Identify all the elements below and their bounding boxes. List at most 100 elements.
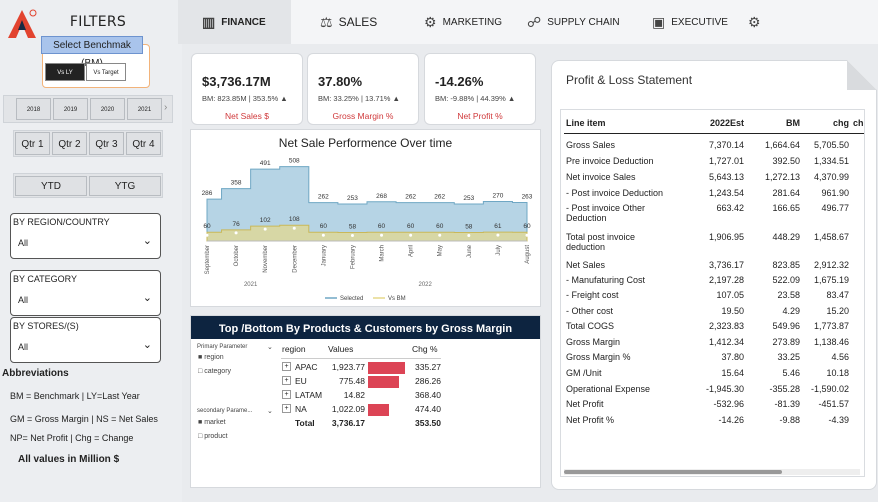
top-bottom-title: Top /Bottom By Products & Customers by G… bbox=[191, 316, 540, 339]
pl-chg: 4.56 bbox=[831, 352, 849, 362]
chevron-down-icon[interactable]: ⌄ bbox=[267, 407, 273, 415]
chart-icon: ▥ bbox=[202, 13, 216, 30]
tab-finance[interactable]: ▥ FINANCE bbox=[178, 0, 291, 44]
secondary-option-product[interactable]: □ product bbox=[198, 433, 228, 440]
pl-chg: 1,458.67 bbox=[813, 232, 849, 242]
data-label: 60 bbox=[407, 223, 415, 230]
header-divider bbox=[281, 358, 441, 359]
data-label: 60 bbox=[320, 223, 328, 230]
category-slicer[interactable]: BY CATEGORY All ⌄ bbox=[10, 270, 161, 316]
pl-row: Operational Expense -1,945.30 -355.28 -1… bbox=[561, 384, 864, 400]
data-point bbox=[263, 227, 267, 231]
expand-icon[interactable]: + bbox=[282, 404, 291, 413]
year-label: 2021 bbox=[244, 282, 258, 288]
quarter-button[interactable]: Qtr 1 bbox=[15, 132, 50, 155]
toggle-vs-target[interactable]: Vs Target bbox=[86, 63, 126, 81]
data-point bbox=[525, 233, 529, 237]
data-label: 263 bbox=[522, 194, 533, 201]
tab-marketing[interactable]: ⚙ MARKETING bbox=[424, 0, 502, 44]
secondary-parameter-label: secondary Parame... bbox=[197, 408, 253, 414]
data-point bbox=[321, 233, 325, 237]
data-label: 358 bbox=[231, 180, 242, 187]
settings-tab[interactable]: ⚙ bbox=[748, 0, 761, 44]
pl-header-cell: ch bbox=[853, 118, 864, 128]
data-point bbox=[380, 233, 384, 237]
kpi-sub: BM: 33.25% | 13.71% ▲ bbox=[318, 94, 400, 103]
pl-chg: 1,138.46 bbox=[813, 337, 849, 347]
data-label: 253 bbox=[463, 195, 474, 202]
chevron-down-icon[interactable]: ⌄ bbox=[143, 338, 152, 351]
tb-row-chg: 286.26 bbox=[415, 376, 441, 386]
expand-icon[interactable]: + bbox=[282, 390, 291, 399]
option-label: category bbox=[204, 368, 232, 375]
horizontal-scrollbar[interactable] bbox=[564, 469, 860, 475]
x-tick-label: June bbox=[467, 244, 473, 258]
chevron-down-icon[interactable]: ⌄ bbox=[143, 291, 152, 304]
legend-label: Vs BM bbox=[388, 296, 406, 302]
x-tick-label: November bbox=[263, 245, 269, 273]
year-button[interactable]: 2019 bbox=[53, 98, 88, 120]
pl-chg: 1,334.51 bbox=[813, 156, 849, 166]
tb-total-label: Total bbox=[295, 418, 315, 428]
tab-executive[interactable]: ▣ EXECUTIVE bbox=[652, 0, 728, 44]
ytg-button[interactable]: YTG bbox=[89, 176, 161, 196]
secondary-option-market[interactable]: ■ market bbox=[198, 419, 226, 426]
year-button[interactable]: 2021 bbox=[127, 98, 162, 120]
pl-row: - Post invoice Other Deduction 663.42 16… bbox=[561, 203, 864, 223]
pl-est: 15.64 bbox=[721, 368, 744, 378]
stores-slicer[interactable]: BY STORES/(S) All ⌄ bbox=[10, 317, 161, 363]
tb-row-value: 1,923.77 bbox=[331, 362, 365, 372]
tab-supply-chain[interactable]: ☍ SUPPLY CHAIN bbox=[527, 0, 620, 44]
pl-chg: 961.90 bbox=[821, 188, 849, 198]
pl-row: Net Profit -532.96 -81.39 -451.57 bbox=[561, 399, 864, 415]
pl-est: -532.96 bbox=[713, 399, 744, 409]
pl-est: 3,736.17 bbox=[708, 260, 744, 270]
kpi-name: Gross Margin % bbox=[332, 111, 394, 121]
expand-icon[interactable]: + bbox=[282, 376, 291, 385]
data-label: 262 bbox=[405, 194, 416, 201]
toggle-vs-ly[interactable]: Vs LY bbox=[45, 63, 85, 81]
slicer-title: BY REGION/COUNTRY bbox=[13, 217, 110, 227]
kpi-card-net-sales: $3,736.17M BM: 823.85M | 353.5% ▲ Net Sa… bbox=[191, 53, 303, 125]
ytd-button[interactable]: YTD bbox=[15, 176, 87, 196]
pl-row: Gross Margin 1,412.34 273.89 1,138.46 bbox=[561, 337, 864, 353]
expand-icon[interactable]: + bbox=[282, 362, 291, 371]
pl-row: Pre invoice Deduction 1,727.01 392.50 1,… bbox=[561, 156, 864, 172]
tab-sales[interactable]: ⚖ SALES bbox=[320, 0, 377, 44]
quarter-button[interactable]: Qtr 3 bbox=[89, 132, 124, 155]
primary-option-category[interactable]: □ category bbox=[198, 368, 231, 375]
gears-icon: ⚙ bbox=[424, 13, 437, 30]
pl-line-item: Net Sales bbox=[566, 260, 606, 270]
pl-chg: 2,912.32 bbox=[813, 260, 849, 270]
year-button[interactable]: 2020 bbox=[90, 98, 125, 120]
pl-bm: 448.29 bbox=[772, 232, 800, 242]
quarter-button[interactable]: Qtr 2 bbox=[52, 132, 87, 155]
pl-line-item: - Freight cost bbox=[566, 290, 619, 300]
pl-est: 1,727.01 bbox=[708, 156, 744, 166]
chevron-down-icon[interactable]: ⌄ bbox=[267, 343, 273, 351]
data-label: 268 bbox=[376, 193, 387, 200]
pl-bm: 166.65 bbox=[772, 203, 800, 213]
pl-header-row: Line item 2022Est BM chg ch bbox=[561, 118, 864, 134]
tb-row-name: APAC bbox=[295, 362, 318, 372]
tb-row-chg: 335.27 bbox=[415, 362, 441, 372]
pl-chg: 1,773.87 bbox=[813, 321, 849, 331]
data-label: 60 bbox=[523, 223, 531, 230]
chevron-down-icon[interactable]: ⌄ bbox=[143, 234, 152, 247]
quarter-button[interactable]: Qtr 4 bbox=[126, 132, 161, 155]
slicer-value: All bbox=[18, 342, 29, 352]
pl-line-item: - Post invoice Other Deduction bbox=[566, 203, 646, 223]
pl-header-cell: BM bbox=[786, 118, 800, 128]
pl-est: 7,370.14 bbox=[708, 140, 744, 150]
scrollbar-thumb[interactable] bbox=[564, 470, 782, 474]
region-slicer[interactable]: BY REGION/COUNTRY All ⌄ bbox=[10, 213, 161, 259]
primary-option-region[interactable]: ■ region bbox=[198, 354, 224, 361]
pl-line-item: GM /Unit bbox=[566, 368, 602, 378]
pl-est: 1,906.95 bbox=[708, 232, 744, 242]
chevron-right-icon[interactable]: › bbox=[164, 102, 167, 113]
data-point bbox=[205, 233, 209, 237]
year-button[interactable]: 2018 bbox=[16, 98, 51, 120]
checkbox-icon: ■ bbox=[198, 419, 203, 426]
pl-est: 19.50 bbox=[721, 306, 744, 316]
pl-bm: 273.89 bbox=[772, 337, 800, 347]
